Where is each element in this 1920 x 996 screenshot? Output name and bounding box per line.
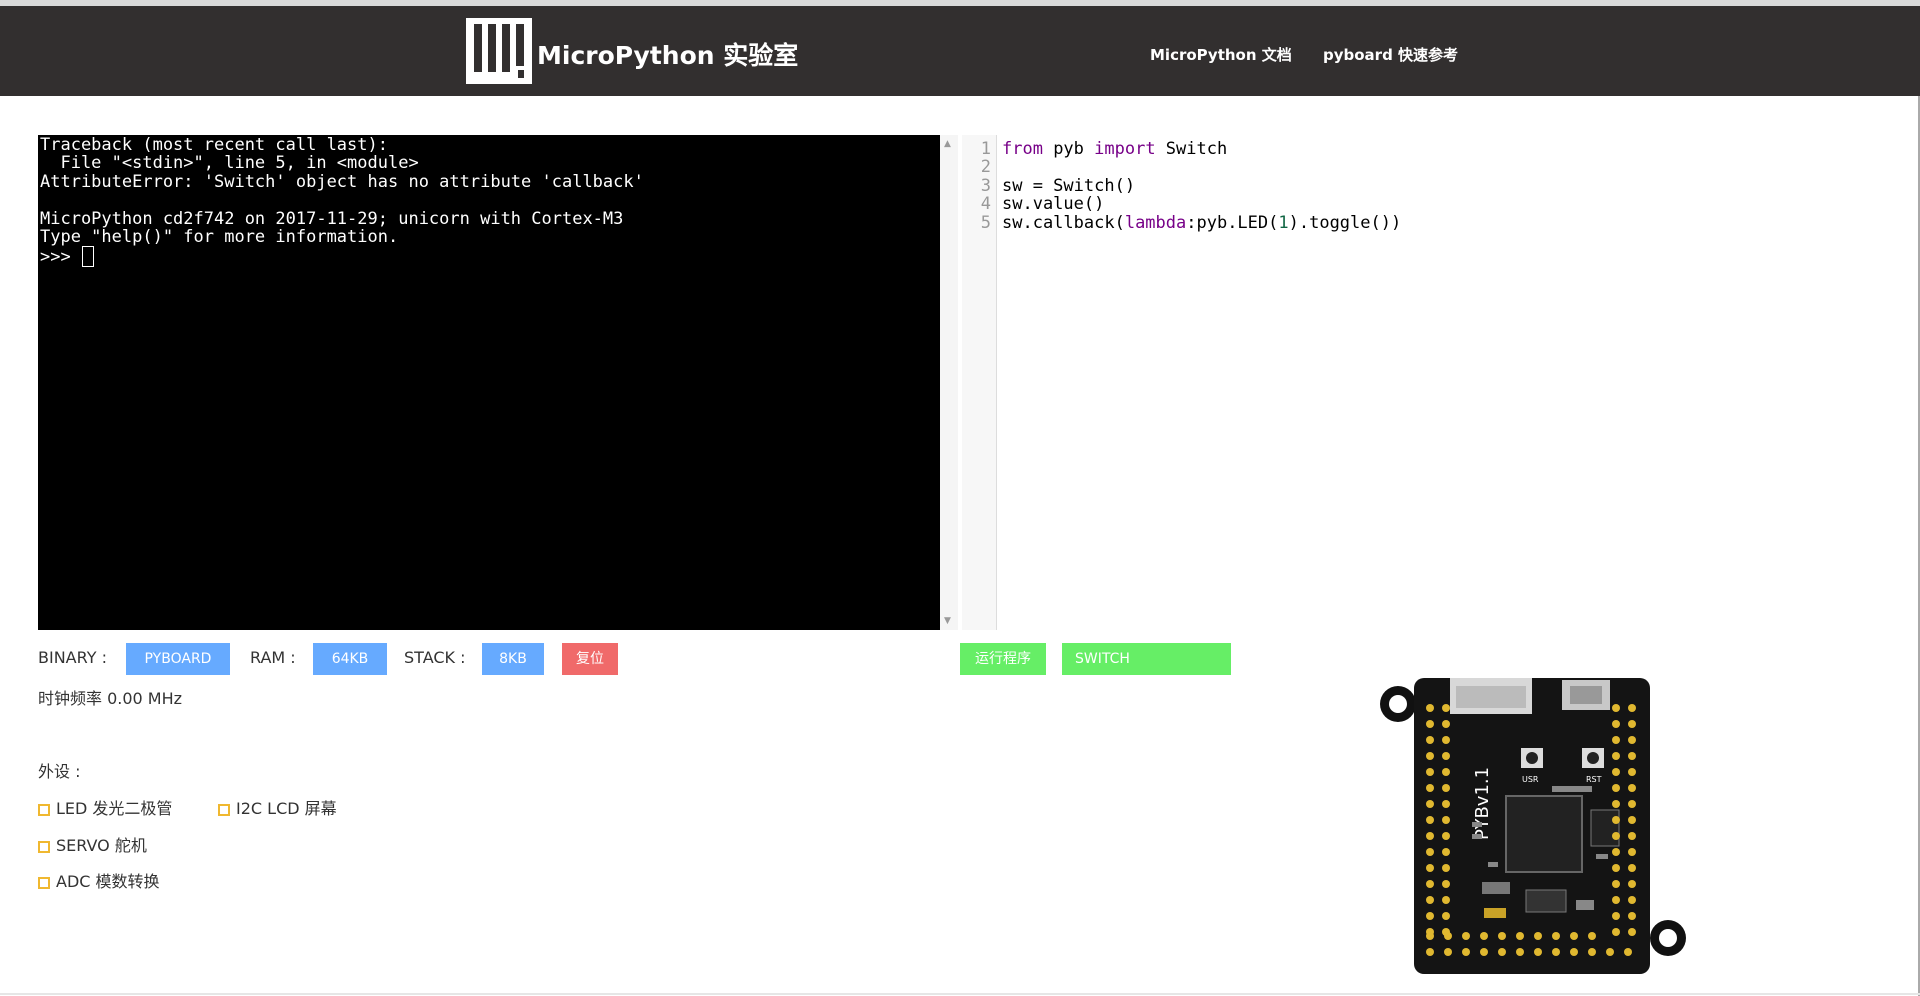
rst-button-label: RST <box>1586 775 1602 784</box>
code-line[interactable]: sw = Switch() <box>1002 176 1401 195</box>
binary-select-button[interactable]: PYBOARD <box>126 643 230 675</box>
stack-label: STACK : <box>404 648 466 667</box>
peripheral-label: I2C LCD 屏幕 <box>236 799 337 818</box>
scroll-up-arrow-icon[interactable]: ▲ <box>944 139 951 149</box>
code-area[interactable]: from pyb import Switch sw = Switch() sw.… <box>1002 140 1401 232</box>
peripheral-adc[interactable]: ADC 模数转换 <box>38 868 160 892</box>
terminal-cursor[interactable] <box>81 246 94 268</box>
run-program-button[interactable]: 运行程序 <box>960 643 1046 675</box>
checkbox-icon[interactable] <box>38 841 50 853</box>
stack-select-button[interactable]: 8KB <box>482 643 544 675</box>
terminal-line: Type "help()" for more information. <box>40 226 399 247</box>
line-number: 3 <box>980 175 991 196</box>
line-number: 1 <box>980 139 991 159</box>
line-number-gutter: 1 2 3 4 5 <box>962 135 997 630</box>
ram-label: RAM : <box>250 648 296 667</box>
terminal-line: AttributeError: 'Switch' object has no a… <box>40 171 644 192</box>
terminal-scrollbar[interactable]: ▲ ▼ <box>940 135 958 630</box>
terminal-prompt: >>> <box>40 247 81 268</box>
peripheral-label: SERVO 舵机 <box>56 836 147 855</box>
checkbox-icon[interactable] <box>218 804 230 816</box>
code-line[interactable]: from pyb import Switch <box>1002 140 1401 159</box>
repl-terminal[interactable]: Traceback (most recent call last): File … <box>38 135 940 630</box>
checkbox-icon[interactable] <box>38 804 50 816</box>
top-nav-bar: MicroPython 实验室 MicroPython 文档 pyboard 快… <box>0 0 1920 96</box>
peripherals-title: 外设 : <box>38 762 81 781</box>
code-line[interactable]: sw.callback(lambda:pyb.LED(1).toggle()) <box>1002 213 1401 232</box>
reset-button[interactable]: 复位 <box>562 643 618 675</box>
switch-button[interactable]: SWITCH <box>1062 643 1231 675</box>
line-number: 5 <box>980 212 991 233</box>
peripheral-label: ADC 模数转换 <box>56 872 160 891</box>
clock-frequency-text: 时钟频率 0.00 MHz <box>38 689 183 708</box>
terminal-prompt-line: >>> <box>40 246 938 268</box>
peripheral-led[interactable]: LED 发光二极管 <box>38 795 172 819</box>
board-model-label: PYBv1.1 <box>1472 767 1493 840</box>
line-number: 4 <box>980 194 991 215</box>
code-line[interactable] <box>1002 158 1401 176</box>
peripheral-label: LED 发光二极管 <box>56 799 173 818</box>
peripheral-i2c-lcd[interactable]: I2C LCD 屏幕 <box>218 795 337 819</box>
peripheral-servo[interactable]: SERVO 舵机 <box>38 832 147 856</box>
brand-title[interactable]: MicroPython 实验室 <box>537 36 798 72</box>
nav-pyboard-quickref[interactable]: pyboard 快速参考 <box>1323 44 1458 65</box>
code-editor[interactable]: 1 2 3 4 5 from pyb import Switch sw = Sw… <box>962 135 1902 630</box>
pyboard-image[interactable]: USR RST PYBv1.1 <box>1376 672 1692 977</box>
page-bottom-divider <box>0 993 1920 995</box>
terminal-line: Traceback (most recent call last): <box>40 135 388 155</box>
terminal-line: MicroPython cd2f742 on 2017-11-29; unico… <box>40 208 624 229</box>
terminal-line: File "<stdin>", line 5, in <module> <box>40 153 419 174</box>
scroll-down-arrow-icon[interactable]: ▼ <box>944 616 951 626</box>
code-line[interactable]: sw.value() <box>1002 195 1401 214</box>
checkbox-icon[interactable] <box>38 877 50 889</box>
binary-label: BINARY : <box>38 648 107 667</box>
micropython-logo-icon[interactable] <box>466 18 532 84</box>
ram-select-button[interactable]: 64KB <box>313 643 387 675</box>
nav-micropython-docs[interactable]: MicroPython 文档 <box>1150 44 1292 65</box>
line-number: 2 <box>980 157 991 178</box>
usr-button-label: USR <box>1522 775 1539 784</box>
